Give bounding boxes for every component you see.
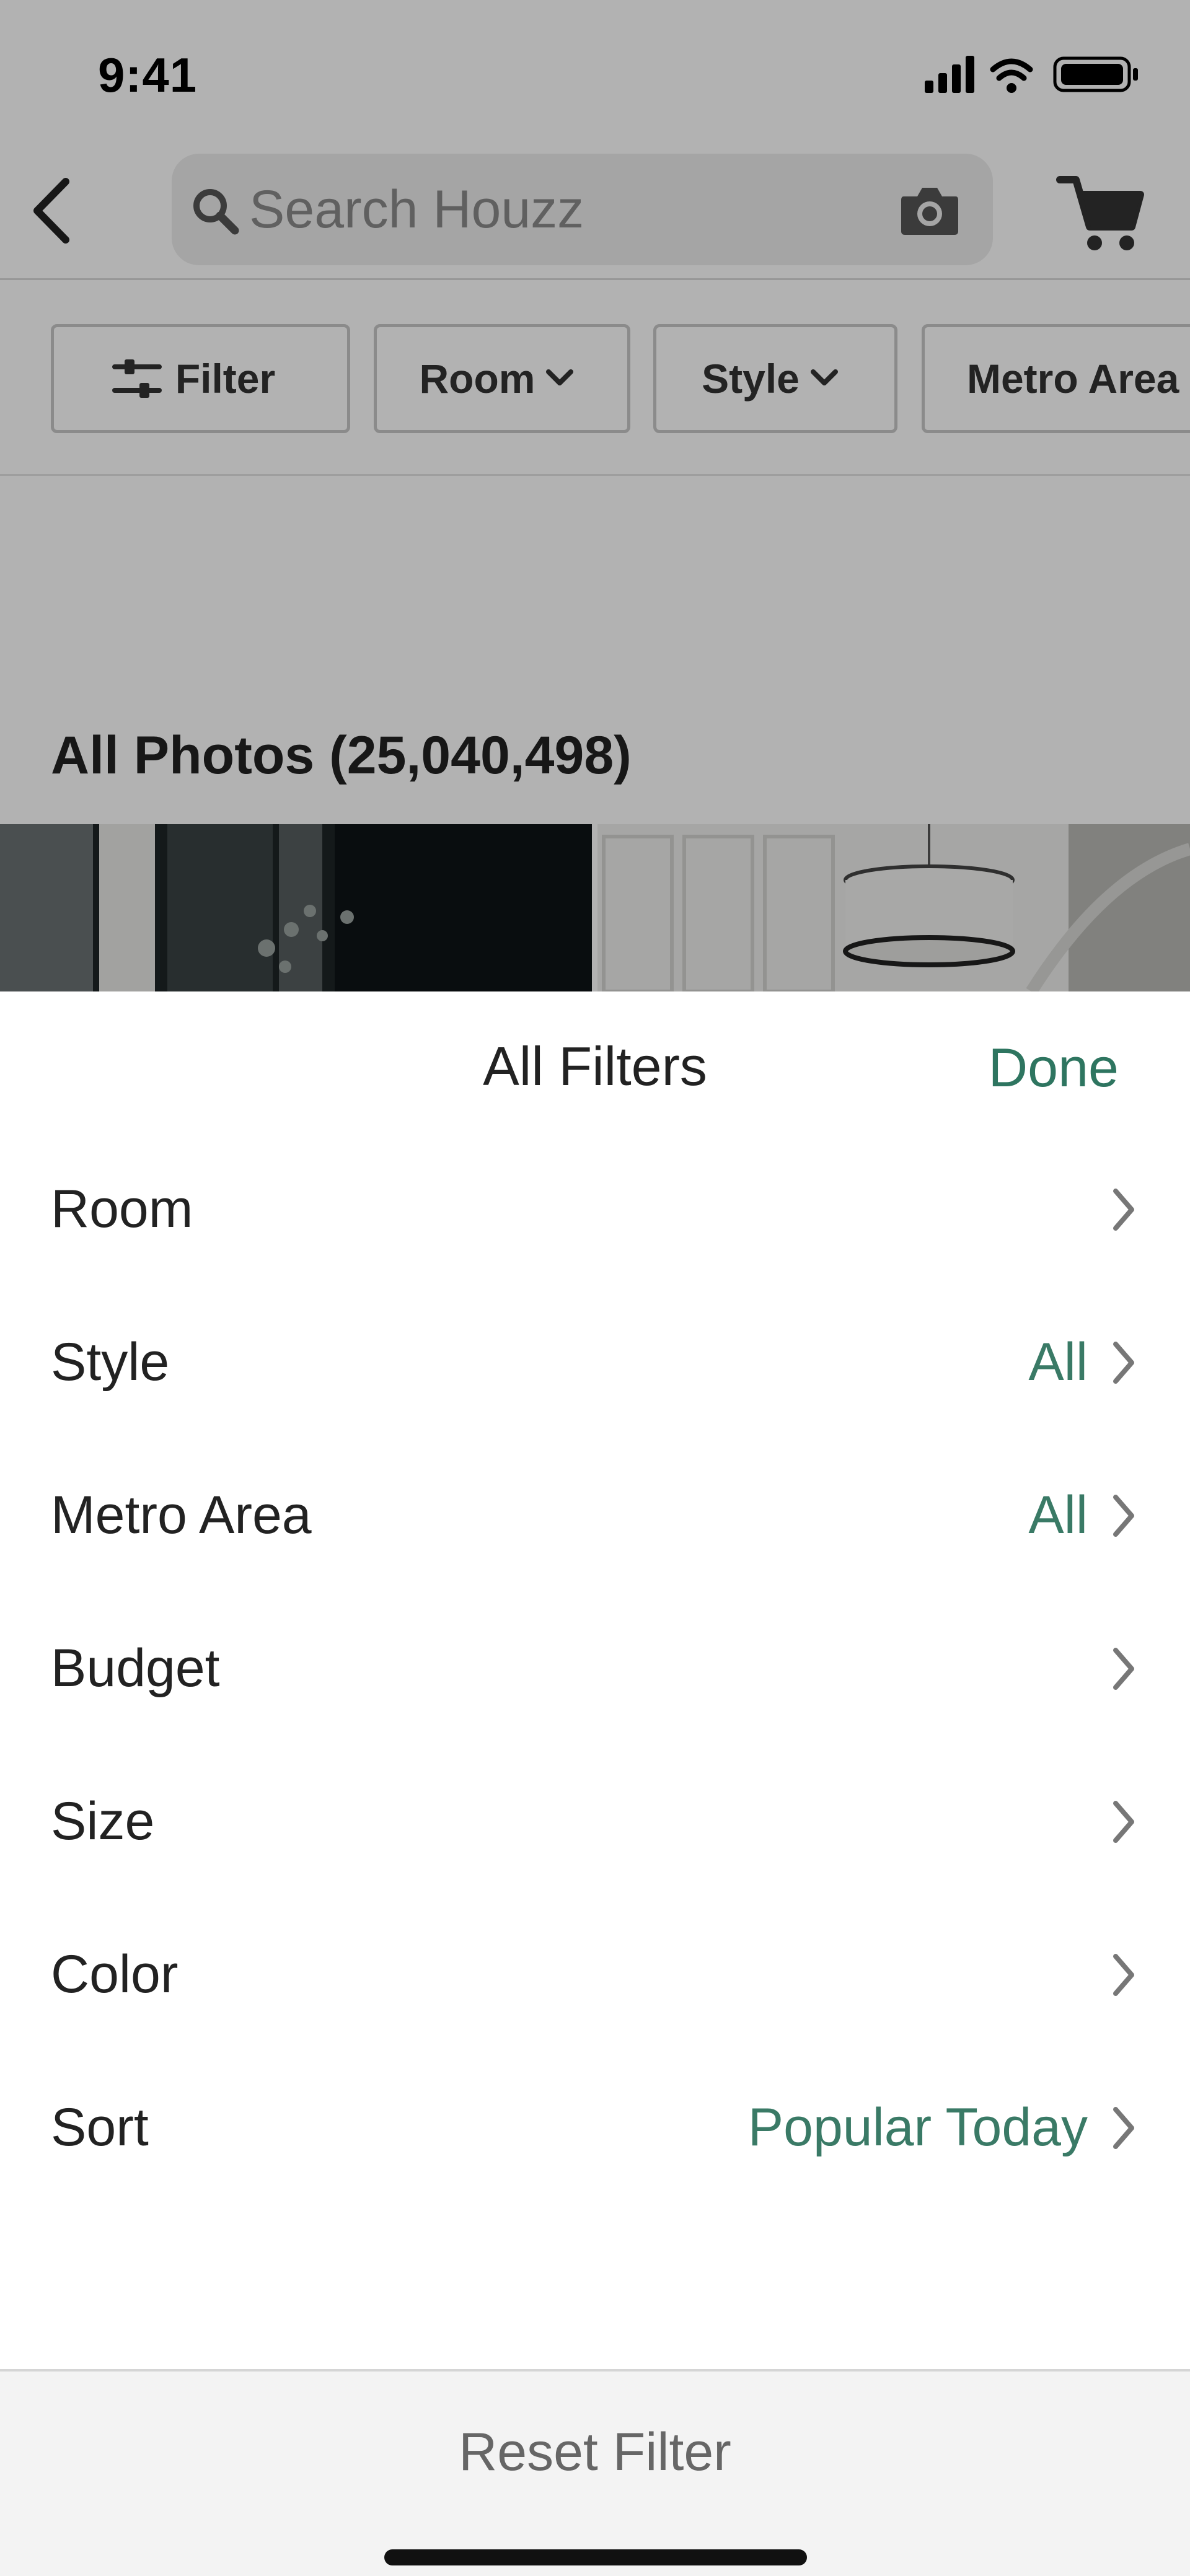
chevron-right-icon [1113,1341,1134,1384]
filter-row-room[interactable]: Room [0,1133,1190,1286]
filter-row-value: All [1028,1485,1088,1545]
dim-overlay[interactable] [0,0,1190,991]
chevron-right-icon [1113,1494,1134,1537]
filter-row-style[interactable]: Style All [0,1286,1190,1439]
chevron-right-icon [1113,2106,1134,2149]
filter-row-label: Style [51,1332,170,1392]
filter-row-label: Sort [51,2098,149,2157]
filter-row-label: Size [51,1791,155,1851]
filter-row-budget[interactable]: Budget [0,1592,1190,1745]
all-filters-sheet: All Filters Done Room Style All Metro Ar… [0,991,1190,2576]
filter-row-color[interactable]: Color [0,1898,1190,2051]
filter-row-label: Budget [51,1638,220,1698]
filter-row-label: Color [51,1945,178,2004]
chevron-right-icon [1113,1647,1134,1690]
done-button[interactable]: Done [989,1036,1119,1099]
chevron-right-icon [1113,1800,1134,1843]
reset-filter-button[interactable]: Reset Filter [0,2372,1190,2533]
background-screen: 9:41 Search Houzz Filter Room Style Metr… [0,0,1190,991]
filter-row-sort[interactable]: Sort Popular Today [0,2051,1190,2204]
filter-row-value: Popular Today [747,2098,1088,2157]
reset-filter-bar: Reset Filter [0,2369,1190,2576]
home-indicator[interactable] [384,2549,807,2565]
screen: 9:41 Search Houzz Filter Room Style Metr… [0,0,1190,2576]
filter-row-label: Room [51,1179,193,1239]
chevron-right-icon [1113,1953,1134,1996]
filter-row-label: Metro Area [51,1485,312,1545]
filter-row-value: All [1028,1332,1088,1392]
filter-row-metro-area[interactable]: Metro Area All [0,1439,1190,1592]
chevron-right-icon [1113,1188,1134,1231]
filter-row-size[interactable]: Size [0,1745,1190,1898]
